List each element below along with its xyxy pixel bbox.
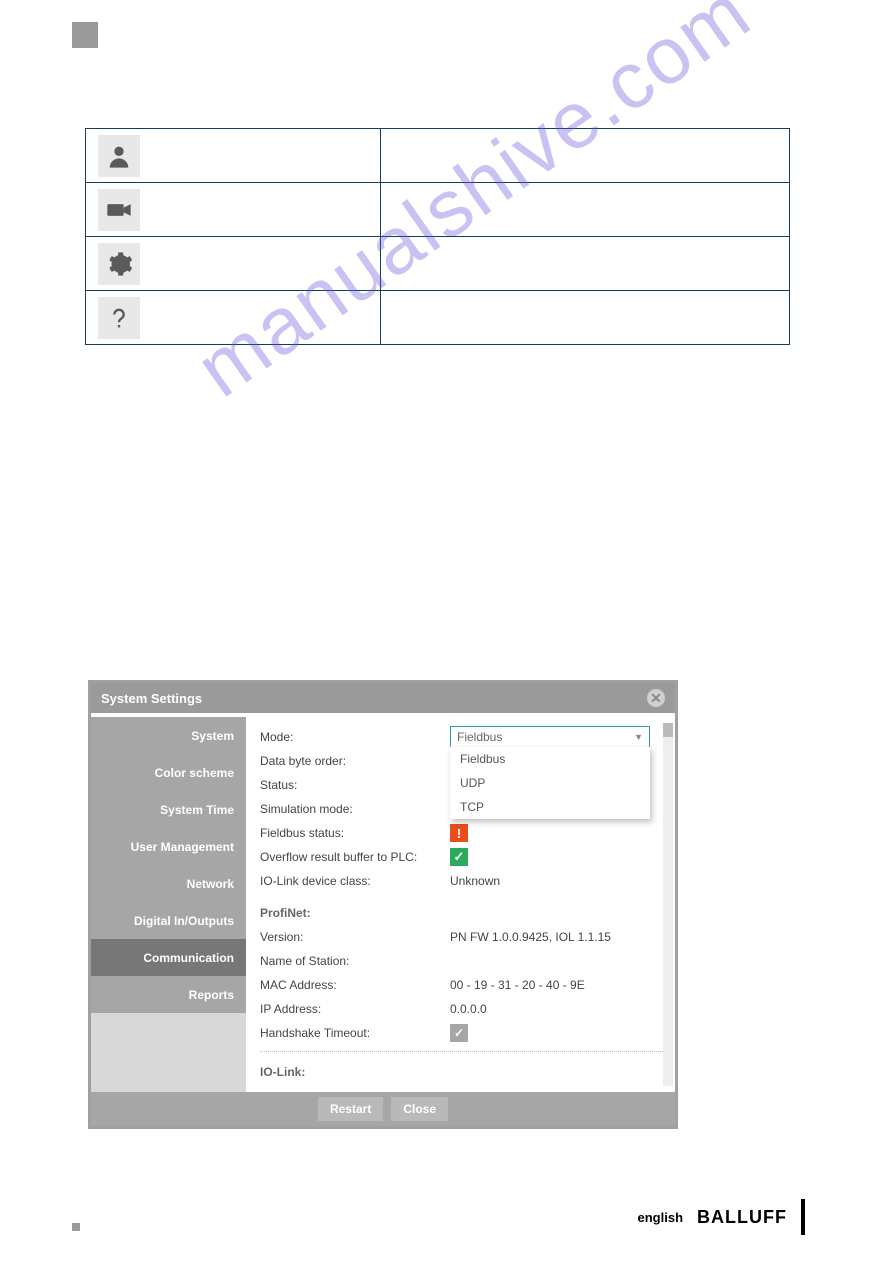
iolink-section: IO-Link:	[260, 1060, 665, 1084]
mode-dropdown-menu: Fieldbus UDP TCP	[450, 747, 650, 819]
sidebar-item-user-management[interactable]: User Management	[91, 828, 246, 865]
help-icon	[98, 297, 140, 339]
table-row	[86, 237, 790, 291]
alert-icon: !	[450, 824, 468, 842]
close-icon[interactable]: ✕	[647, 689, 665, 707]
fieldbus-status-label: Fieldbus status:	[260, 826, 450, 840]
icon-table	[85, 128, 790, 345]
close-button[interactable]: Close	[391, 1097, 448, 1121]
handshake-checkbox[interactable]: ✓	[450, 1024, 468, 1042]
icon-cell-camera	[86, 183, 381, 237]
table-row	[86, 183, 790, 237]
gear-icon	[98, 243, 140, 285]
mac-value: 00 - 19 - 31 - 20 - 40 - 9E	[450, 978, 665, 992]
language-label: english	[638, 1210, 684, 1225]
sidebar-spacer	[91, 1013, 246, 1092]
mode-label: Mode:	[260, 730, 450, 744]
version-value: PN FW 1.0.0.9425, IOL 1.1.15	[450, 930, 665, 944]
page-footer: english BALLUFF	[638, 1199, 806, 1235]
scrollbar[interactable]	[663, 723, 673, 1086]
sidebar-item-system-time[interactable]: System Time	[91, 791, 246, 828]
mode-selected: Fieldbus	[457, 730, 502, 744]
brand-label: BALLUFF	[697, 1207, 787, 1228]
table-row	[86, 291, 790, 345]
overflow-label: Overflow result buffer to PLC:	[260, 850, 450, 864]
dropdown-item-fieldbus[interactable]: Fieldbus	[450, 747, 650, 771]
simulation-mode-label: Simulation mode:	[260, 802, 450, 816]
dialog-content: Mode: Fieldbus ▼ Fieldbus UDP TCP Data b…	[246, 717, 675, 1092]
sidebar-item-network[interactable]: Network	[91, 865, 246, 902]
field-handshake: Handshake Timeout: ✓	[260, 1021, 665, 1045]
system-settings-dialog: System Settings ✕ System Color scheme Sy…	[88, 680, 678, 1129]
field-version: Version: PN FW 1.0.0.9425, IOL 1.1.15	[260, 925, 665, 949]
mac-label: MAC Address:	[260, 978, 450, 992]
handshake-label: Handshake Timeout:	[260, 1026, 450, 1040]
field-fieldbus-status: Fieldbus status: !	[260, 821, 665, 845]
ip-label: IP Address:	[260, 1002, 450, 1016]
check-icon: ✓	[450, 848, 468, 866]
desc-cell	[380, 291, 789, 345]
scrollbar-thumb[interactable]	[663, 723, 673, 737]
iolink-class-value: Unknown	[450, 874, 665, 888]
desc-cell	[380, 237, 789, 291]
dropdown-item-tcp[interactable]: TCP	[450, 795, 650, 819]
field-overflow: Overflow result buffer to PLC: ✓	[260, 845, 665, 869]
page-marker	[72, 22, 98, 48]
profinet-section: ProfiNet:	[260, 901, 665, 925]
mode-dropdown[interactable]: Fieldbus ▼	[450, 726, 650, 748]
ip-value: 0.0.0.0	[450, 1002, 665, 1016]
icon-cell-user	[86, 129, 381, 183]
user-icon	[98, 135, 140, 177]
dialog-body: System Color scheme System Time User Man…	[91, 717, 675, 1092]
dialog-title: System Settings	[101, 691, 202, 706]
sidebar-item-digital-io[interactable]: Digital In/Outputs	[91, 902, 246, 939]
brand-bar	[801, 1199, 805, 1235]
field-mac: MAC Address: 00 - 19 - 31 - 20 - 40 - 9E	[260, 973, 665, 997]
dialog-header: System Settings ✕	[91, 683, 675, 713]
camera-icon	[98, 189, 140, 231]
restart-button[interactable]: Restart	[318, 1097, 383, 1121]
page-marker-bottom	[72, 1223, 80, 1231]
version-label: Version:	[260, 930, 450, 944]
field-ip: IP Address: 0.0.0.0	[260, 997, 665, 1021]
field-iolink-class: IO-Link device class: Unknown	[260, 869, 665, 893]
sidebar-item-reports[interactable]: Reports	[91, 976, 246, 1013]
field-name-station: Name of Station:	[260, 949, 665, 973]
icon-cell-gear	[86, 237, 381, 291]
name-station-label: Name of Station:	[260, 954, 450, 968]
separator	[260, 1051, 665, 1052]
dropdown-item-udp[interactable]: UDP	[450, 771, 650, 795]
sidebar-item-communication[interactable]: Communication	[91, 939, 246, 976]
iolink-class-label: IO-Link device class:	[260, 874, 450, 888]
data-byte-order-label: Data byte order:	[260, 754, 450, 768]
desc-cell	[380, 129, 789, 183]
sidebar-item-color-scheme[interactable]: Color scheme	[91, 754, 246, 791]
status-label: Status:	[260, 778, 450, 792]
chevron-down-icon: ▼	[634, 732, 643, 742]
sidebar-item-system[interactable]: System	[91, 717, 246, 754]
table-row	[86, 129, 790, 183]
icon-cell-help	[86, 291, 381, 345]
dialog-footer: Restart Close	[91, 1092, 675, 1126]
field-mode: Mode: Fieldbus ▼	[260, 725, 665, 749]
dialog-sidebar: System Color scheme System Time User Man…	[91, 717, 246, 1092]
desc-cell	[380, 183, 789, 237]
